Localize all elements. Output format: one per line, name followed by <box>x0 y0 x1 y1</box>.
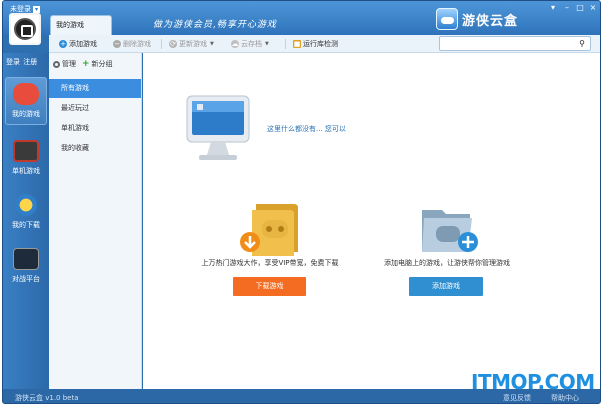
gear-icon <box>53 60 60 68</box>
maximize-icon[interactable]: □ <box>575 4 585 12</box>
main-content: 上万热门游戏大作，享受VIP带宽，免费下载 添加电脑上的游戏，让游侠帮你管理游戏… <box>143 53 600 389</box>
arcade-machine-icon <box>13 140 39 162</box>
plus-icon: + <box>82 59 90 69</box>
runtime-check-label: 运行库检测 <box>303 40 338 48</box>
empty-message: 这里什么都没有... 您可以 <box>267 125 346 133</box>
battle-platform-icon <box>13 248 39 270</box>
category-sidebar: 管理 + 新分组 所有游戏 最近玩过 单机游戏 我的收藏 <box>49 53 142 389</box>
toolbar-divider <box>285 39 286 49</box>
category-recent[interactable]: 最近玩过 <box>49 99 141 118</box>
slogan: 做为游侠会员,畅享开心游戏 <box>153 20 277 30</box>
nav-single-player[interactable]: 单机游戏 <box>5 135 47 183</box>
brand: 游侠云盒 <box>436 7 518 31</box>
minimize-icon[interactable]: – <box>562 4 572 12</box>
cloud-icon: ☁ <box>231 40 239 48</box>
avatar[interactable] <box>9 13 41 45</box>
cloud-save-label: 云存档 <box>241 40 262 48</box>
help-center-link[interactable]: 帮助中心 <box>551 393 579 403</box>
tab-my-games[interactable]: 我的游戏 <box>50 15 112 35</box>
nav-downloads[interactable]: 我的下载 <box>5 189 47 237</box>
search-icon[interactable]: ⚲ <box>579 39 585 48</box>
chevron-down-icon: ▼ <box>210 41 214 47</box>
nav-battle-platform[interactable]: 对战平台 <box>5 243 47 291</box>
runtime-check-icon: ■ <box>293 40 301 48</box>
app-window: 未登录 ▾ 我的游戏 做为游侠会员,畅享开心游戏 游侠云盒 ▾ – □ × + 添加… <box>2 0 601 404</box>
category-favorites[interactable]: 我的收藏 <box>49 139 141 158</box>
nav-single-player-label: 单机游戏 <box>12 167 40 175</box>
watermark: ITMOP.COM <box>471 370 595 394</box>
sidebar-header: 管理 + 新分组 <box>53 59 113 69</box>
refresh-icon: ⟳ <box>169 40 177 48</box>
nav-battle-platform-label: 对战平台 <box>12 275 40 283</box>
add-games-button[interactable]: 添加游戏 <box>409 277 483 296</box>
nav-my-games-label: 我的游戏 <box>12 110 40 118</box>
chevron-down-icon: ▼ <box>265 41 269 47</box>
avatar-logo-icon <box>14 18 36 40</box>
delete-game-label: 删除游戏 <box>123 40 151 48</box>
cloud-save-button[interactable]: ☁ 云存档 ▼ <box>231 38 269 50</box>
delete-game-button[interactable]: − 删除游戏 <box>113 38 151 50</box>
add-game-label: 添加游戏 <box>69 40 97 48</box>
gamepad-icon <box>13 83 39 105</box>
left-nav: 登录 注册 我的游戏 单机游戏 我的下载 对战平台 <box>3 53 49 389</box>
login-link[interactable]: 登录 <box>6 58 20 66</box>
title-bar: 未登录 ▾ 我的游戏 做为游侠会员,畅享开心游戏 游侠云盒 ▾ – □ × <box>3 1 600 45</box>
delete-icon: − <box>113 40 121 48</box>
download-games-icon <box>240 204 298 256</box>
toolbar-divider <box>161 39 162 49</box>
download-games-button[interactable]: 下载游戏 <box>233 277 306 296</box>
cloud-box-logo-icon <box>436 8 458 30</box>
nav-downloads-label: 我的下载 <box>12 221 40 229</box>
download-description: 上万热门游戏大作，享受VIP带宽，免费下载 <box>201 259 339 267</box>
feedback-link[interactable]: 意见反馈 <box>503 393 531 403</box>
login-links: 登录 注册 <box>6 57 38 67</box>
manage-link[interactable]: 管理 <box>62 59 76 69</box>
user-status-label: 未登录 <box>10 5 31 13</box>
category-all-games[interactable]: 所有游戏 <box>49 79 141 98</box>
version-label: 游侠云盒 v1.0 beta <box>15 394 79 402</box>
search-input[interactable]: ⚲ <box>439 36 591 51</box>
runtime-check-button[interactable]: ■ 运行库检测 <box>293 38 338 50</box>
category-single-player[interactable]: 单机游戏 <box>49 119 141 138</box>
download-icon <box>15 194 37 216</box>
register-link[interactable]: 注册 <box>23 58 37 66</box>
plus-icon: + <box>59 40 67 48</box>
dropdown-icon: ▾ <box>33 5 40 13</box>
monitor-icon <box>186 95 250 160</box>
add-description: 添加电脑上的游戏，让游侠帮你管理游戏 <box>384 259 510 267</box>
add-game-button[interactable]: + 添加游戏 <box>59 38 97 50</box>
add-games-folder-icon <box>422 210 478 252</box>
update-game-button[interactable]: ⟳ 更新游戏 ▼ <box>169 38 214 50</box>
new-group-link[interactable]: 新分组 <box>92 59 113 69</box>
skin-icon[interactable]: ▾ <box>548 4 558 12</box>
brand-name: 游侠云盒 <box>462 13 519 29</box>
close-icon[interactable]: × <box>588 4 598 12</box>
nav-my-games[interactable]: 我的游戏 <box>5 77 47 125</box>
update-game-label: 更新游戏 <box>179 40 207 48</box>
